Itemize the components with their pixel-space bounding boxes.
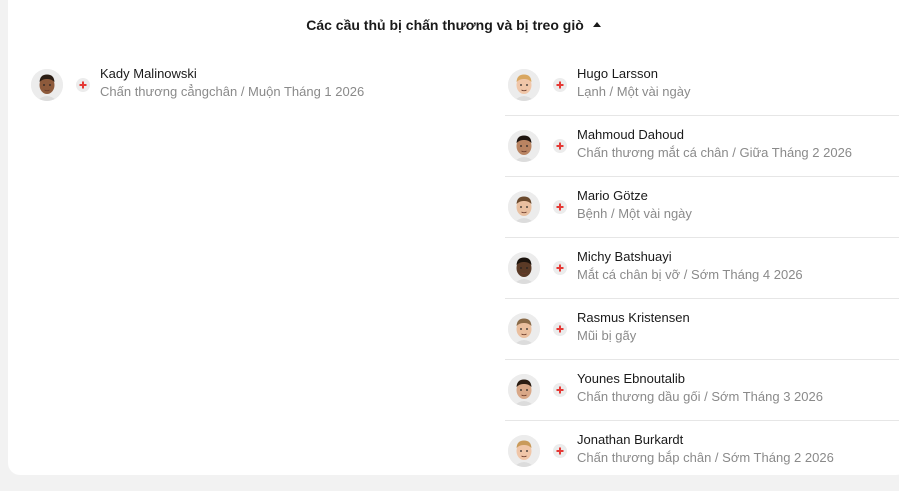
player-name[interactable]: Mario Götze bbox=[577, 187, 692, 205]
player-info: Mahmoud Dahoud Chấn thương mắt cá chân /… bbox=[577, 126, 852, 162]
player-row[interactable]: Hugo Larsson Lạnh / Một vài ngày bbox=[505, 55, 899, 116]
player-row[interactable]: Jonathan Burkardt Chấn thương bắp chân /… bbox=[505, 421, 899, 481]
injuries-card: Các cầu thủ bị chấn thương và bị treo gi… bbox=[8, 0, 899, 475]
player-avatar bbox=[508, 435, 540, 467]
injury-cross-icon bbox=[553, 444, 567, 458]
injury-cross-icon bbox=[553, 200, 567, 214]
injury-detail: Mũi bị gãy bbox=[577, 328, 637, 343]
player-row[interactable]: Kady Malinowski Chấn thương cẳngchân / M… bbox=[28, 55, 483, 115]
injury-cross-icon bbox=[553, 261, 567, 275]
injury-cross-icon bbox=[553, 322, 567, 336]
injury-detail: Chấn thương dầu gối / Sớm Tháng 3 2026 bbox=[577, 389, 823, 404]
player-name[interactable]: Rasmus Kristensen bbox=[577, 309, 690, 327]
player-avatar bbox=[508, 374, 540, 406]
player-avatar bbox=[508, 313, 540, 345]
injury-detail: Chấn thương cẳngchân / Muộn Tháng 1 2026 bbox=[100, 84, 365, 99]
injury-cross-icon bbox=[553, 78, 567, 92]
injury-detail: Mắt cá chân bị vỡ / Sớm Tháng 4 2026 bbox=[577, 267, 803, 282]
player-name[interactable]: Kady Malinowski bbox=[100, 65, 364, 83]
player-row[interactable]: Michy Batshuayi Mắt cá chân bị vỡ / Sớm … bbox=[505, 238, 899, 299]
injury-detail: Lạnh / Một vài ngày bbox=[577, 84, 691, 99]
player-avatar bbox=[508, 69, 540, 101]
section-title: Các cầu thủ bị chấn thương và bị treo gi… bbox=[306, 17, 584, 33]
player-info: Michy Batshuayi Mắt cá chân bị vỡ / Sớm … bbox=[577, 248, 803, 284]
player-avatar bbox=[31, 69, 63, 101]
injury-detail: Bệnh / Một vài ngày bbox=[577, 206, 692, 221]
injury-cross-icon bbox=[553, 139, 567, 153]
left-team-list: Kady Malinowski Chấn thương cẳngchân / M… bbox=[28, 55, 483, 115]
player-info: Kady Malinowski Chấn thương cẳngchân / M… bbox=[100, 65, 364, 101]
player-avatar bbox=[508, 130, 540, 162]
injury-cross-icon bbox=[76, 78, 90, 92]
injury-detail: Chấn thương bắp chân / Sớm Tháng 2 2026 bbox=[577, 450, 834, 465]
right-team-list: Hugo Larsson Lạnh / Một vài ngày Mahmoud… bbox=[505, 55, 899, 481]
player-info: Hugo Larsson Lạnh / Một vài ngày bbox=[577, 65, 690, 101]
player-row[interactable]: Younes Ebnoutalib Chấn thương dầu gối / … bbox=[505, 360, 899, 421]
player-avatar bbox=[508, 191, 540, 223]
injury-detail: Chấn thương mắt cá chân / Giữa Tháng 2 2… bbox=[577, 145, 853, 160]
player-row[interactable]: Rasmus Kristensen Mũi bị gãy bbox=[505, 299, 899, 360]
injury-cross-icon bbox=[553, 383, 567, 397]
caret-up-icon[interactable] bbox=[592, 21, 601, 27]
injuries-section-toggle[interactable]: Các cầu thủ bị chấn thương và bị treo gi… bbox=[8, 15, 899, 35]
player-info: Mario Götze Bệnh / Một vài ngày bbox=[577, 187, 692, 223]
player-info: Younes Ebnoutalib Chấn thương dầu gối / … bbox=[577, 370, 823, 406]
player-info: Jonathan Burkardt Chấn thương bắp chân /… bbox=[577, 431, 834, 467]
player-name[interactable]: Michy Batshuayi bbox=[577, 248, 803, 266]
player-info: Rasmus Kristensen Mũi bị gãy bbox=[577, 309, 690, 345]
player-row[interactable]: Mario Götze Bệnh / Một vài ngày bbox=[505, 177, 899, 238]
player-avatar bbox=[508, 252, 540, 284]
player-name[interactable]: Hugo Larsson bbox=[577, 65, 690, 83]
player-name[interactable]: Jonathan Burkardt bbox=[577, 431, 834, 449]
player-name[interactable]: Mahmoud Dahoud bbox=[577, 126, 852, 144]
player-row[interactable]: Mahmoud Dahoud Chấn thương mắt cá chân /… bbox=[505, 116, 899, 177]
player-name[interactable]: Younes Ebnoutalib bbox=[577, 370, 823, 388]
